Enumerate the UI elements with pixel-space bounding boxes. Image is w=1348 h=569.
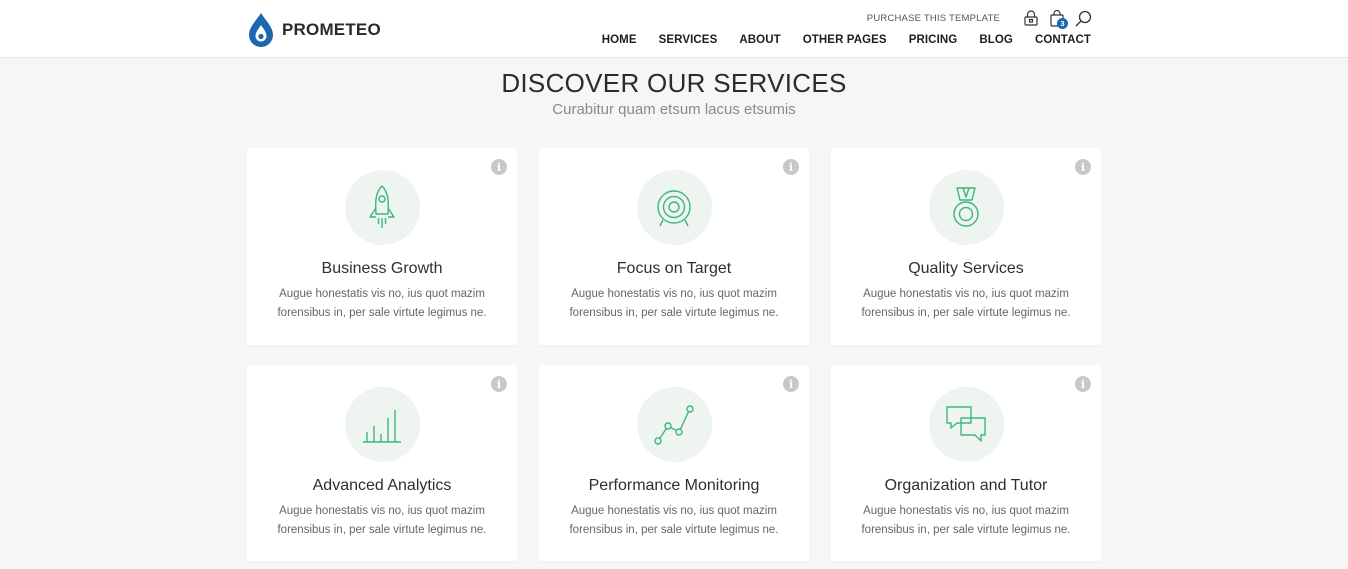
service-card[interactable]: i Advanced Analytics Augue honestatis vi… xyxy=(247,365,517,561)
nav-item-home[interactable]: HOME xyxy=(602,34,637,46)
service-title: Quality Services xyxy=(908,260,1024,277)
service-icon-circle xyxy=(928,170,1004,245)
search-icon[interactable] xyxy=(1074,8,1092,28)
purchase-template-link[interactable]: PURCHASE THIS TEMPLATE xyxy=(867,13,1000,24)
section-title: DISCOVER OUR SERVICES xyxy=(501,68,847,98)
service-icon-circle xyxy=(344,387,420,462)
rocket-icon xyxy=(369,184,395,228)
brand-name: PROMETEO xyxy=(282,20,381,39)
top-header: PROMETEO PURCHASE THIS TEMPLATE 3 HOME S… xyxy=(0,0,1348,58)
service-description: Augue honestatis vis no, ius quot mazim … xyxy=(861,505,1071,536)
drop-logo-icon xyxy=(249,13,273,47)
main-navigation: HOME SERVICES ABOUT OTHER PAGES PRICING … xyxy=(580,34,1091,46)
nav-item-blog[interactable]: BLOG xyxy=(979,34,1013,46)
medal-icon xyxy=(953,186,979,227)
info-icon[interactable]: i xyxy=(783,376,799,392)
nav-item-about[interactable]: ABOUT xyxy=(739,34,780,46)
service-title: Organization and Tutor xyxy=(884,477,1048,494)
service-icon-circle xyxy=(344,170,420,245)
info-icon[interactable]: i xyxy=(1075,159,1091,175)
brand-logo[interactable]: PROMETEO xyxy=(246,12,381,48)
service-description: Augue honestatis vis no, ius quot mazim … xyxy=(277,288,487,319)
service-card[interactable]: i Quality Services Augue honestatis vis … xyxy=(831,148,1101,345)
nav-item-other-pages[interactable]: OTHER PAGES xyxy=(803,34,887,46)
service-card[interactable]: i Organization and Tutor Augue honestati… xyxy=(831,365,1101,561)
service-description: Augue honestatis vis no, ius quot mazim … xyxy=(569,288,779,319)
service-description: Augue honestatis vis no, ius quot mazim … xyxy=(569,505,779,536)
info-icon[interactable]: i xyxy=(1075,376,1091,392)
service-title: Focus on Target xyxy=(616,260,732,277)
service-title: Business Growth xyxy=(321,260,443,277)
info-icon[interactable]: i xyxy=(783,159,799,175)
bar-chart-icon xyxy=(363,409,401,443)
service-title: Performance Monitoring xyxy=(588,477,760,494)
service-icon-circle xyxy=(636,170,712,245)
lock-icon[interactable] xyxy=(1022,8,1040,28)
utility-bar: PURCHASE THIS TEMPLATE 3 xyxy=(867,8,1092,29)
section-subtitle: Curabitur quam etsum lacus etsumis xyxy=(552,101,796,118)
service-title: Advanced Analytics xyxy=(312,477,452,494)
info-icon[interactable]: i xyxy=(491,376,507,392)
services-heading: DISCOVER OUR SERVICES Curabitur quam ets… xyxy=(0,68,1348,118)
cart-count-badge: 3 xyxy=(1057,18,1068,29)
service-card[interactable]: i Performance Monitoring Augue honestati… xyxy=(539,365,809,561)
service-icon-circle xyxy=(928,387,1004,462)
shopping-bag-icon[interactable]: 3 xyxy=(1048,8,1068,29)
service-description: Augue honestatis vis no, ius quot mazim … xyxy=(861,288,1071,319)
service-card[interactable]: i Business Growth Augue honestatis vis n… xyxy=(247,148,517,345)
service-description: Augue honestatis vis no, ius quot mazim … xyxy=(277,505,487,536)
chat-bubbles-icon xyxy=(946,405,986,442)
service-card[interactable]: i Focus on Target Augue honestatis vis n… xyxy=(539,148,809,345)
line-graph-icon xyxy=(654,404,694,445)
nav-item-contact[interactable]: CONTACT xyxy=(1035,34,1091,46)
nav-item-services[interactable]: SERVICES xyxy=(659,34,718,46)
info-icon[interactable]: i xyxy=(491,159,507,175)
service-icon-circle xyxy=(636,387,712,462)
nav-item-pricing[interactable]: PRICING xyxy=(909,34,958,46)
target-icon xyxy=(657,189,691,226)
services-grid: i Business Growth Augue honestatis vis n… xyxy=(247,148,1102,561)
